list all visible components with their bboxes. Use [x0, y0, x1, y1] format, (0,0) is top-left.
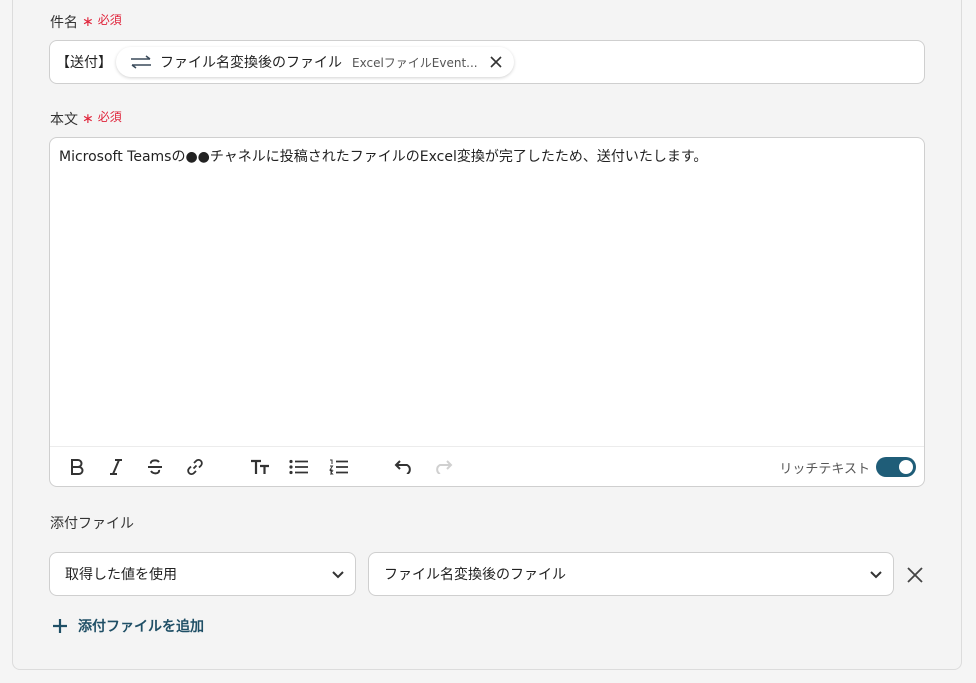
attachment-mode-value: 取得した値を使用 — [65, 567, 177, 583]
add-attachment-label: 添付ファイルを追加 — [78, 619, 204, 635]
attachment-value: ファイル名変換後のファイル — [384, 567, 566, 583]
add-attachment-button[interactable]: 添付ファイルを追加 — [52, 616, 204, 636]
toggle-knob — [899, 460, 913, 474]
subject-label-row: 件名 ∗ 必須 — [50, 12, 122, 32]
subject-label: 件名 — [50, 15, 78, 31]
remove-attachment-icon[interactable] — [905, 565, 925, 585]
chip-source: ExcelファイルEvent... — [352, 55, 478, 70]
bullet-list-icon[interactable] — [288, 456, 310, 478]
required-star: ∗ — [82, 14, 94, 30]
link-icon[interactable] — [184, 456, 206, 478]
numbered-list-icon[interactable] — [328, 456, 350, 478]
text-size-icon[interactable] — [249, 456, 271, 478]
undo-icon[interactable] — [393, 456, 415, 478]
rich-text-toggle[interactable] — [876, 457, 916, 477]
body-label-row: 本文 ∗ 必須 — [50, 109, 122, 129]
required-star: ∗ — [82, 111, 94, 127]
body-text[interactable]: Microsoft Teamsの●●チャネルに投稿されたファイルのExcel変換… — [59, 146, 707, 166]
subject-input[interactable]: 【送付】 ファイル名変換後のファイル ExcelファイルEvent... — [49, 40, 925, 84]
editor-toolbar: リッチテキスト — [50, 446, 924, 486]
chevron-down-icon — [331, 567, 345, 585]
variable-chip[interactable]: ファイル名変換後のファイル ExcelファイルEvent... — [116, 47, 514, 77]
strikethrough-icon[interactable] — [144, 456, 166, 478]
chevron-down-icon — [869, 567, 883, 585]
body-label: 本文 — [50, 112, 78, 128]
rich-text-label: リッチテキスト — [779, 462, 870, 477]
subject-prefix-text: 【送付】 — [56, 55, 112, 71]
swap-arrows-icon — [128, 55, 154, 69]
bold-icon[interactable] — [66, 456, 88, 478]
chip-close-icon[interactable] — [488, 54, 504, 70]
redo-icon[interactable] — [432, 456, 454, 478]
attachment-label-row: 添付ファイル — [50, 513, 134, 533]
required-badge: 必須 — [97, 12, 122, 27]
required-badge: 必須 — [97, 109, 122, 124]
attachment-mode-select[interactable]: 取得した値を使用 — [49, 552, 356, 596]
attachment-label: 添付ファイル — [50, 516, 134, 532]
plus-icon — [52, 618, 68, 634]
italic-icon[interactable] — [105, 456, 127, 478]
body-editor[interactable]: Microsoft Teamsの●●チャネルに投稿されたファイルのExcel変換… — [49, 137, 925, 487]
chip-label: ファイル名変換後のファイル — [160, 55, 342, 71]
attachment-value-select[interactable]: ファイル名変換後のファイル — [368, 552, 894, 596]
